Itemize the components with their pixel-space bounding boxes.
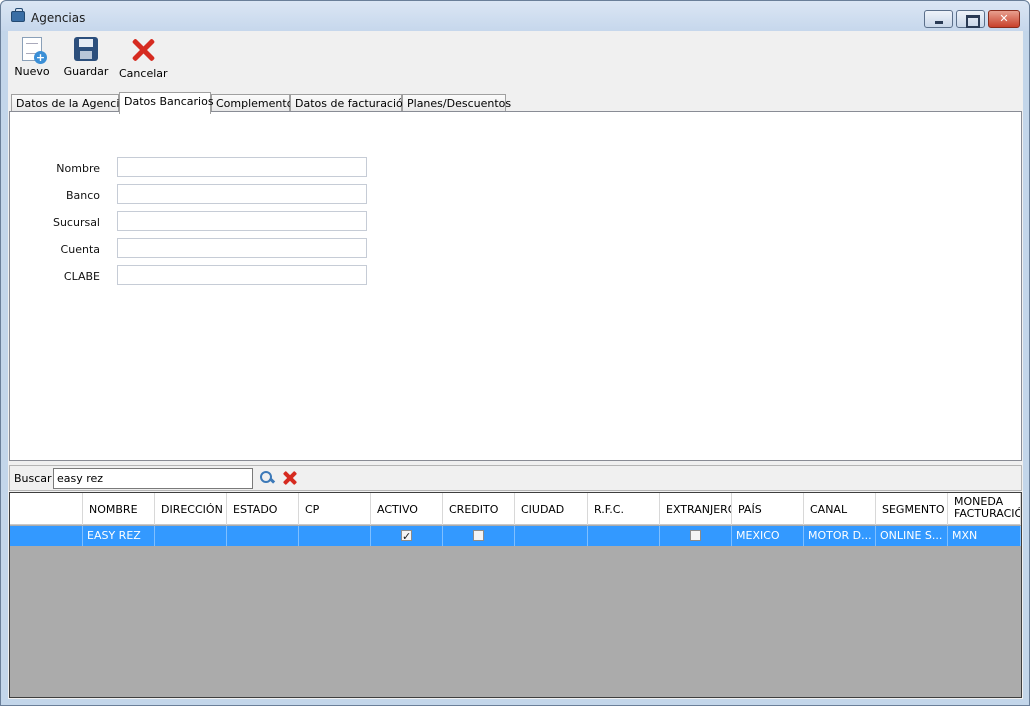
activo-cell[interactable] [371,526,443,546]
cuenta-field[interactable] [117,238,367,258]
save-disk-icon [74,37,98,61]
cuenta-label: Cuenta [60,243,100,256]
clabe-label: CLABE [63,270,100,283]
close-icon: ✕ [999,12,1009,25]
column-header-ciudad[interactable]: CIUDAD [515,493,588,525]
tab-datos-bancarios[interactable]: Datos Bancarios [119,92,214,114]
column-header-direccion[interactable]: DIRECCIÓN [155,493,227,525]
ciudad-cell[interactable] [515,526,588,546]
new-document-icon [22,37,47,64]
clear-search-icon[interactable] [282,470,298,486]
search-input[interactable] [53,468,253,489]
direccion-cell[interactable] [155,526,227,546]
search-bar: Buscar [9,465,1022,491]
row-selector-cell[interactable] [10,526,83,546]
column-header-canal[interactable]: CANAL [804,493,876,525]
maximize-button[interactable] [956,10,985,28]
rfc-cell[interactable] [588,526,660,546]
credito-cell[interactable] [443,526,515,546]
sucursal-field[interactable] [117,211,367,231]
extranjero-cell[interactable] [660,526,732,546]
minimize-icon [925,11,952,27]
bank-data-panel: Nombre Banco Sucursal Cuenta CLABE [9,111,1022,461]
credito-checkbox[interactable] [473,530,484,541]
new-button-label: Nuevo [14,65,50,78]
column-header-credito[interactable]: CREDITO [443,493,515,525]
nombre-field[interactable] [117,157,367,177]
window: Agencias ✕ Nuevo Guardar Cancelar Datos … [0,0,1030,706]
save-button[interactable]: Guardar [62,37,110,78]
column-header-activo[interactable]: ACTIVO [371,493,443,525]
column-header-rfc[interactable]: R.F.C. [588,493,660,525]
client-area: Nuevo Guardar Cancelar Datos de la Agenc… [8,31,1023,699]
minimize-button[interactable] [924,10,953,28]
cancel-x-icon [130,37,156,63]
pais-cell[interactable]: MEXICO [732,526,804,546]
column-header-segmento[interactable]: SEGMENTO [876,493,948,525]
column-header-extranjero[interactable]: EXTRANJERO [660,493,732,525]
title-bar[interactable]: Agencias ✕ [1,1,1029,31]
search-label: Buscar [14,472,52,485]
new-button[interactable]: Nuevo [14,37,50,78]
save-button-label: Guardar [63,65,109,78]
table-row[interactable]: EASY REZ MEXICO MOTOR D... ONLINE S... [10,526,1021,546]
cancel-button-label: Cancelar [119,67,168,80]
banco-field[interactable] [117,184,367,204]
activo-checkbox[interactable] [401,527,412,546]
nombre-cell[interactable]: EASY REZ [83,526,155,546]
column-header-cp[interactable]: CP [299,493,371,525]
nombre-label: Nombre [56,162,100,175]
column-header-moneda-facturacion[interactable]: MONEDA FACTURACIÓN [948,493,1021,525]
cancel-button[interactable]: Cancelar [119,37,168,80]
column-header-pais[interactable]: PAÍS [732,493,804,525]
toolbar: Nuevo Guardar Cancelar [8,31,1023,89]
cp-cell[interactable] [299,526,371,546]
segmento-cell[interactable]: ONLINE S... [876,526,948,546]
column-header-selector[interactable] [10,493,83,525]
banco-label: Banco [65,189,100,202]
grid-header: NOMBRE DIRECCIÓN ESTADO CP ACTIVO CREDIT… [10,493,1021,525]
clabe-field[interactable] [117,265,367,285]
canal-cell[interactable]: MOTOR D... [804,526,876,546]
agencies-grid[interactable]: NOMBRE DIRECCIÓN ESTADO CP ACTIVO CREDIT… [9,492,1022,698]
sucursal-label: Sucursal [52,216,100,229]
column-header-nombre[interactable]: NOMBRE [83,493,155,525]
briefcase-icon [11,8,25,22]
search-icon[interactable] [259,470,275,486]
estado-cell[interactable] [227,526,299,546]
close-button[interactable]: ✕ [988,10,1020,28]
column-header-estado[interactable]: ESTADO [227,493,299,525]
extranjero-checkbox[interactable] [690,530,701,541]
moneda-facturacion-cell[interactable]: MXN [948,526,1021,546]
maximize-icon [957,11,984,28]
window-title: Agencias [31,11,86,25]
